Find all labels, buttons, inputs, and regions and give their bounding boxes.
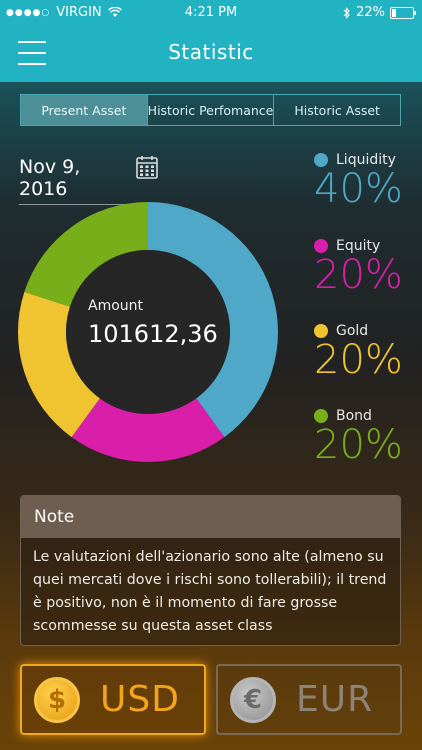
legend-percent: 20%	[314, 252, 403, 298]
date-value[interactable]: Nov 9, 2016	[19, 156, 127, 205]
euro-coin-icon: €	[230, 676, 276, 723]
dollar-coin-icon: $	[34, 676, 80, 723]
tab-present-asset[interactable]: Present Asset	[21, 95, 148, 125]
gold-dot-icon	[314, 324, 328, 338]
bluetooth-icon	[343, 6, 350, 19]
usd-label: USD	[100, 679, 180, 720]
status-bar: ●●●●○ VIRGIN 4:21 PM 22%	[0, 0, 422, 26]
calendar-icon[interactable]	[136, 155, 158, 179]
note-title: Note	[21, 496, 400, 538]
nav-bar: Statistic	[0, 26, 422, 82]
note-text: Le valutazioni dell'azionario sono alte …	[33, 549, 387, 634]
legend-percent: 20%	[314, 422, 403, 468]
date-picker[interactable]: Nov 9, 2016	[19, 152, 179, 205]
battery-percent: 22%	[356, 5, 385, 20]
legend-item-equity: Equity 20%	[314, 238, 414, 298]
tab-bar: Present Asset Historic Perfomance Histor…	[20, 94, 401, 126]
legend-item-liquidity: Liquidity 40%	[314, 152, 414, 212]
bond-dot-icon	[314, 409, 328, 423]
note-panel: Note Le valutazioni dell'azionario sono …	[20, 495, 401, 646]
amount-value: 101612,36	[88, 320, 218, 348]
amount-label: Amount	[88, 298, 144, 314]
liquidity-dot-icon	[314, 153, 328, 167]
eur-label: EUR	[296, 679, 374, 720]
battery-icon	[390, 6, 416, 19]
legend-percent: 20%	[314, 337, 403, 383]
legend-percent: 40%	[314, 166, 403, 212]
usd-button[interactable]: $ USD	[20, 664, 206, 735]
legend-item-gold: Gold 20%	[314, 323, 414, 383]
tab-historic-performance[interactable]: Historic Perfomance	[148, 95, 275, 125]
eur-button[interactable]: € EUR	[216, 664, 402, 735]
legend-item-bond: Bond 20%	[314, 408, 414, 468]
tab-historic-asset[interactable]: Historic Asset	[274, 95, 400, 125]
status-right: 22%	[343, 5, 416, 20]
page-title: Statistic	[168, 40, 254, 64]
equity-dot-icon	[314, 239, 328, 253]
